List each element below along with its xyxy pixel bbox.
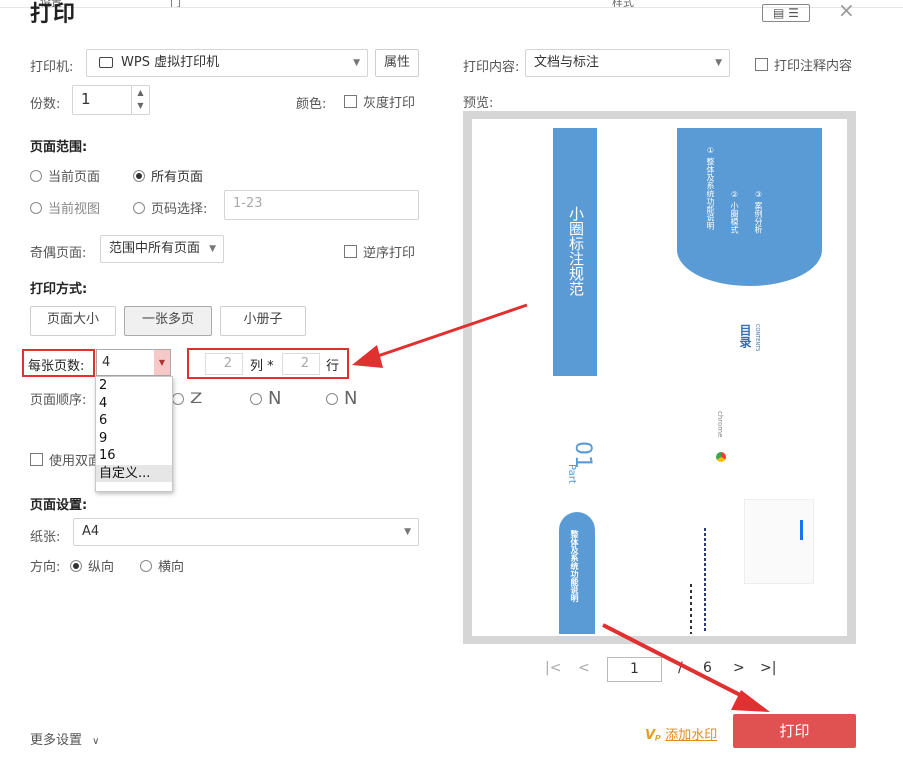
annotation-arrows [352, 303, 770, 712]
annotation-arrow-line [602, 623, 751, 702]
annotation-arrow-line [371, 303, 528, 360]
annotation-arrowhead [352, 345, 383, 368]
